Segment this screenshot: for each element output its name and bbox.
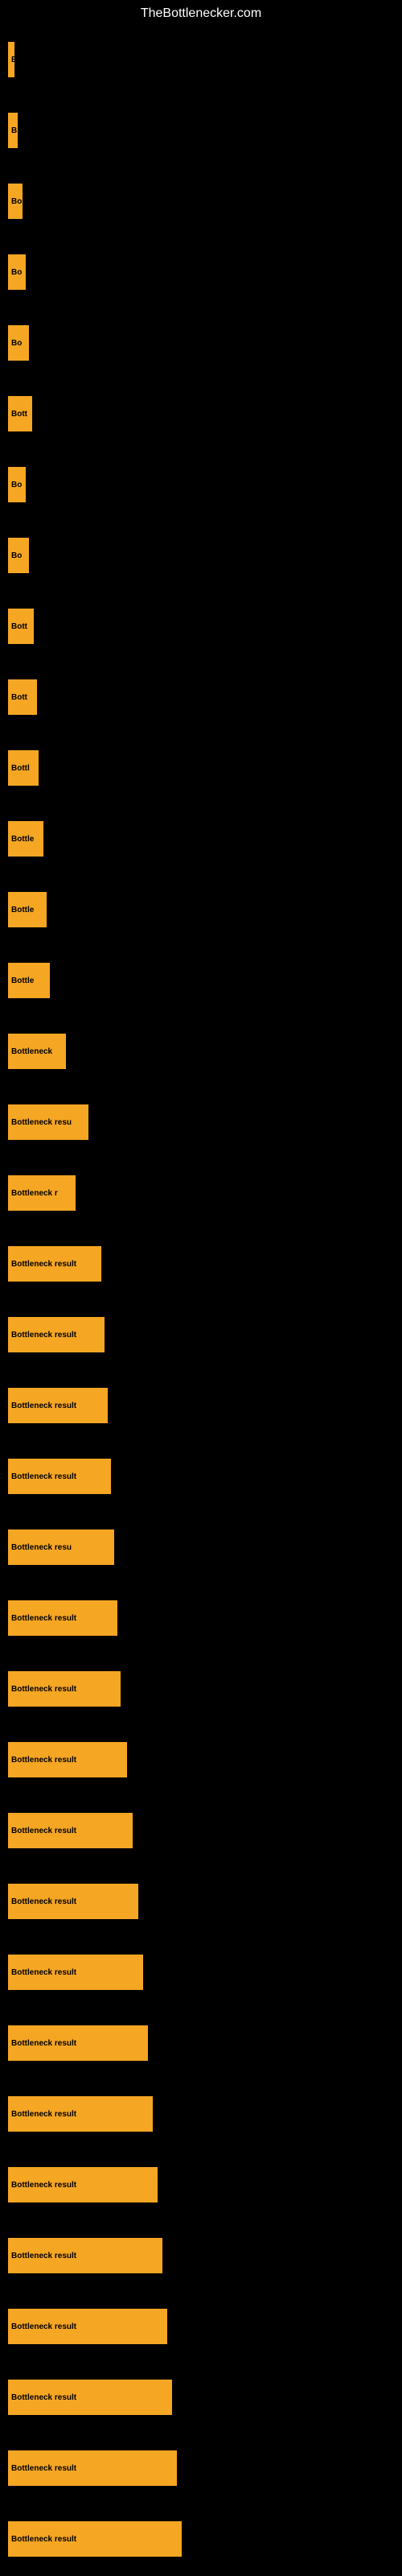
bar-8: Bott: [8, 609, 34, 644]
bar-18: Bottleneck result: [8, 1317, 105, 1352]
bar-row-33: Bottleneck result: [0, 2362, 402, 2433]
bar-row-30: Bottleneck result: [0, 2149, 402, 2220]
bar-row-11: Bottle: [0, 803, 402, 874]
bar-row-17: Bottleneck result: [0, 1228, 402, 1299]
bar-row-9: Bott: [0, 662, 402, 733]
bar-row-8: Bott: [0, 591, 402, 662]
bar-row-25: Bottleneck result: [0, 1795, 402, 1866]
bar-6: Bo: [8, 467, 26, 502]
bar-2: Bo: [8, 184, 23, 219]
bar-4: Bo: [8, 325, 29, 361]
bar-row-19: Bottleneck result: [0, 1370, 402, 1441]
bar-row-27: Bottleneck result: [0, 1937, 402, 2008]
bar-14: Bottleneck: [8, 1034, 66, 1069]
bar-32: Bottleneck result: [8, 2309, 167, 2344]
bar-28: Bottleneck result: [8, 2025, 148, 2061]
bar-26: Bottleneck result: [8, 1884, 138, 1919]
bar-7: Bo: [8, 538, 29, 573]
bar-row-6: Bo: [0, 449, 402, 520]
site-title: TheBottlenecker.com: [0, 0, 402, 24]
bar-23: Bottleneck result: [8, 1671, 121, 1707]
bar-row-20: Bottleneck result: [0, 1441, 402, 1512]
bar-row-16: Bottleneck r: [0, 1158, 402, 1228]
bar-1: B: [8, 113, 18, 148]
bar-row-12: Bottle: [0, 874, 402, 945]
bar-row-14: Bottleneck: [0, 1016, 402, 1087]
bar-30: Bottleneck result: [8, 2167, 158, 2202]
bar-row-15: Bottleneck resu: [0, 1087, 402, 1158]
bar-row-3: Bo: [0, 237, 402, 308]
bar-12: Bottle: [8, 892, 47, 927]
bar-row-29: Bottleneck result: [0, 2079, 402, 2149]
bar-3: Bo: [8, 254, 26, 290]
bar-29: Bottleneck result: [8, 2096, 153, 2132]
bar-row-26: Bottleneck result: [0, 1866, 402, 1937]
bar-row-22: Bottleneck result: [0, 1583, 402, 1653]
bar-row-34: Bottleneck result: [0, 2433, 402, 2504]
bar-21: Bottleneck resu: [8, 1530, 114, 1565]
bar-34: Bottleneck result: [8, 2450, 177, 2486]
bar-row-2: Bo: [0, 166, 402, 237]
bar-11: Bottle: [8, 821, 43, 857]
bar-20: Bottleneck result: [8, 1459, 111, 1494]
bar-9: Bott: [8, 679, 37, 715]
bar-5: Bott: [8, 396, 32, 431]
bar-row-21: Bottleneck resu: [0, 1512, 402, 1583]
bar-row-0: B: [0, 24, 402, 95]
bar-22: Bottleneck result: [8, 1600, 117, 1636]
bar-row-1: B: [0, 95, 402, 166]
bar-row-24: Bottleneck result: [0, 1724, 402, 1795]
bar-17: Bottleneck result: [8, 1246, 101, 1282]
bar-13: Bottle: [8, 963, 50, 998]
bar-row-31: Bottleneck result: [0, 2220, 402, 2291]
bar-row-4: Bo: [0, 308, 402, 378]
bar-15: Bottleneck resu: [8, 1104, 88, 1140]
bar-row-7: Bo: [0, 520, 402, 591]
bar-row-10: Bottl: [0, 733, 402, 803]
bar-16: Bottleneck r: [8, 1175, 76, 1211]
bar-row-32: Bottleneck result: [0, 2291, 402, 2362]
bar-row-28: Bottleneck result: [0, 2008, 402, 2079]
bar-row-18: Bottleneck result: [0, 1299, 402, 1370]
bar-row-5: Bott: [0, 378, 402, 449]
bar-27: Bottleneck result: [8, 1955, 143, 1990]
bar-row-13: Bottle: [0, 945, 402, 1016]
bars-wrapper: B B Bo Bo Bo Bott Bo Bo Bott Bott Bottl Bottle Bottl…: [0, 24, 402, 2574]
bar-25: Bottleneck result: [8, 1813, 133, 1848]
bar-35: Bottleneck result: [8, 2521, 182, 2557]
bar-31: Bottleneck result: [8, 2238, 162, 2273]
bar-19: Bottleneck result: [8, 1388, 108, 1423]
bar-row-35: Bottleneck result: [0, 2504, 402, 2574]
bar-24: Bottleneck result: [8, 1742, 127, 1777]
bar-33: Bottleneck result: [8, 2380, 172, 2415]
bar-10: Bottl: [8, 750, 39, 786]
bar-row-23: Bottleneck result: [0, 1653, 402, 1724]
bar-0: B: [8, 42, 14, 77]
